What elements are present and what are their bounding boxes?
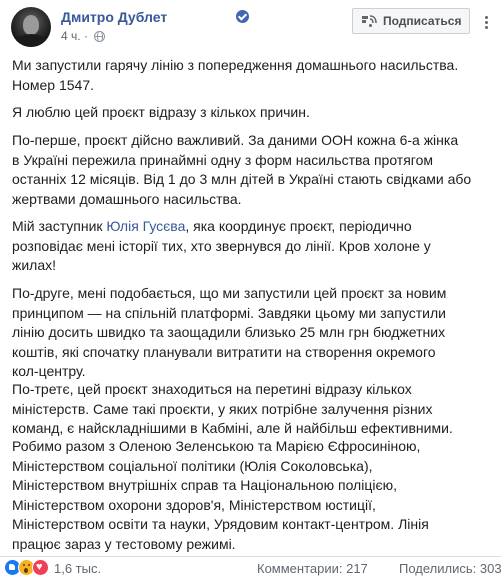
text-line: міністерств. Саме такі проєкти, у яких п… [12,400,433,417]
text-line: Я люблю цей проєкт відразу з кількох при… [12,104,310,120]
text-line: кол-центру. [12,363,86,379]
text-line: Мій заступник Юлія Гусєва, яка координує… [12,217,496,237]
text-line: розповідає мені історії тих, хто звернув… [12,237,431,254]
comments-count-link[interactable]: Комментарии: 217 [257,561,368,576]
avatar-body [15,34,47,47]
text-line: Міністерством соціальної політики (Юлія … [12,457,373,474]
subscribe-button[interactable]: Подписаться [352,8,470,34]
text-line: Міністерством охорони здоров'я, Міністер… [12,496,376,513]
paragraph-4: Мій заступник Юлія Гусєва, яка координує… [12,217,496,276]
text-line: лінію досить швидко та заощадили близько… [12,324,446,340]
subscribe-label: Подписаться [383,14,462,28]
text-line: Робимо разом з Оленою Зеленською та Марі… [12,438,421,454]
paragraph-6: По-третє, цей проєкт знаходиться на пере… [12,380,496,439]
text-segment: Мій заступник [12,218,107,234]
text-line: останніх 12 місяців. Від 1 до 3 млн діте… [12,171,472,187]
post-time[interactable]: 4 ч. [61,29,81,43]
author-avatar[interactable] [11,7,51,47]
text-line: Номер 1547. [12,76,95,93]
more-options-icon[interactable] [478,8,496,34]
paragraph-1: Ми запустили гарячу лінію з попередження… [12,56,496,95]
love-reaction-icon[interactable] [32,559,49,576]
paragraph-7: Робимо разом з Оленою Зеленською та Марі… [12,437,496,554]
verified-badge-icon [236,10,249,23]
text-line: По-друге, мені подобається, що ми запуст… [12,285,447,301]
text-line: Міністерством внутрішніх справ та Націон… [12,477,397,493]
text-segment: , яка координує проєкт, періодично [185,218,412,234]
text-line: По-перше, проєкт дійсно важливий. За дан… [12,132,459,148]
post-footer: 1,6 тыс. Комментарии: 217 Поделились: 30… [0,556,501,579]
avatar-face [23,15,39,35]
text-line: працює зараз у тестовому режимі. [12,535,236,552]
text-line: По-третє, цей проєкт знаходиться на пере… [12,381,412,397]
text-line: Ми запустили гарячу лінію з попередження… [12,57,459,73]
author-name-link[interactable]: Дмитро Дублет [61,9,167,25]
text-line: жилах! [12,257,57,273]
reactions-count[interactable]: 1,6 тыс. [54,561,101,576]
text-line: коштів, які спочатку планували витратити… [12,343,436,360]
text-line: Міністерством освіти та науки, Урядовим … [12,516,429,532]
paragraph-3: По-перше, проєкт дійсно важливий. За дан… [12,131,496,209]
rss-follow-icon [362,15,377,27]
meta-separator: · [83,29,88,43]
post-header: Дмитро Дублет 4 ч. · Подписаться [0,0,501,52]
paragraph-5: По-друге, мені подобається, що ми запуст… [12,284,496,382]
text-line: принципом — на спільній платформі. Завдя… [12,304,446,321]
text-line: в Україні пережила принаймні одну з форм… [12,151,434,168]
paragraph-2: Я люблю цей проєкт відразу з кількох при… [12,103,496,123]
mention-link[interactable]: Юлія Гусєва [106,218,185,234]
text-line: жертвами домашнього насильства. [12,190,242,207]
post-meta: 4 ч. · [61,29,88,43]
text-line: команд, є найскладнішими в Кабміні, але … [12,420,453,436]
shares-count-link[interactable]: Поделились: 303 [399,561,501,576]
public-globe-icon [94,31,105,42]
